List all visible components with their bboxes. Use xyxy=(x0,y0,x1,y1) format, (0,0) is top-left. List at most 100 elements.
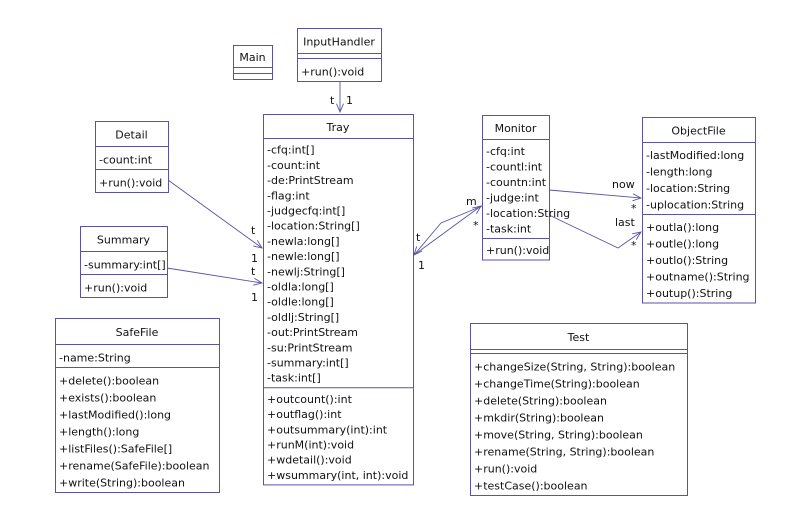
method: +outflag():int xyxy=(267,408,342,421)
multiplicity-label: t xyxy=(416,231,421,244)
method: +exists():boolean xyxy=(59,392,156,405)
association-line xyxy=(548,189,642,199)
method: +outup():String xyxy=(646,287,732,300)
multiplicity-label: t xyxy=(251,224,256,237)
class-name: Tray xyxy=(326,121,350,134)
attribute: -oldla:long[] xyxy=(267,281,334,294)
attribute: -task:int xyxy=(486,223,532,236)
multiplicity-label: 1 xyxy=(251,252,258,265)
class-name: Summary xyxy=(97,234,151,247)
multiplicity-label: * xyxy=(631,202,637,215)
multiplicity-label: m xyxy=(466,195,477,208)
method: +write(String):boolean xyxy=(59,477,185,490)
attribute: -countn:int xyxy=(486,176,547,189)
class-test[interactable]: Test +changeSize(String, String):boolean +… xyxy=(470,323,688,496)
class-name: Test xyxy=(567,331,590,344)
attribute: -out:PrintStream xyxy=(267,326,358,339)
multiplicity-label: * xyxy=(631,239,637,252)
class-diagram: t 1t1t1t1m*now*last*MainInputHandler+run(… xyxy=(55,28,756,496)
association-6: last * xyxy=(548,214,642,252)
method: +outcount():int xyxy=(267,393,353,406)
multiplicity-label: t xyxy=(330,94,335,107)
association-line xyxy=(166,267,263,284)
method: +run():void xyxy=(99,177,162,190)
association-line xyxy=(413,205,482,256)
attribute: -countl:int xyxy=(486,161,543,174)
multiplicity-label: 1 xyxy=(418,259,425,272)
class-name: SafeFile xyxy=(116,326,159,339)
multiplicity-label: 1 xyxy=(251,291,258,304)
attribute: -lastModified:long xyxy=(646,149,744,162)
method: +run():void xyxy=(486,244,549,257)
class-name: InputHandler xyxy=(303,36,375,49)
class-name: Main xyxy=(239,51,265,64)
class-main[interactable]: Main xyxy=(233,45,273,80)
attribute: -cfq:int xyxy=(486,145,526,158)
class-name: ObjectFile xyxy=(671,125,725,138)
attribute: -location:String xyxy=(486,207,570,220)
method: +changeTime(String):boolean xyxy=(474,378,640,391)
multiplicity-label: now xyxy=(612,178,635,191)
method: +rename(SafeFile):boolean xyxy=(59,460,210,473)
method: +listFiles():SafeFile[] xyxy=(59,443,172,456)
multiplicity-label: t xyxy=(251,265,256,278)
attribute: -name:String xyxy=(59,352,131,365)
association-2: t1 xyxy=(166,265,264,304)
method: +run():void xyxy=(84,282,147,295)
attribute: -flag:int xyxy=(267,189,310,202)
method: +wsummary(int, int):void xyxy=(267,469,408,482)
class-objectfile[interactable]: ObjectFile -lastModified:long -length:long… xyxy=(642,117,756,304)
class-safefile[interactable]: SafeFile -name:String +delete():boolean +ex… xyxy=(55,318,220,493)
attribute: -task:int[] xyxy=(267,372,321,385)
class-tray[interactable]: Tray -cfq:int[] -count:int -de:PrintStream -… xyxy=(263,114,414,486)
attribute: -de:PrintStream xyxy=(267,174,354,187)
attribute: -newle:long[] xyxy=(267,250,340,263)
class-name: Monitor xyxy=(495,122,537,135)
method: +delete(String):boolean xyxy=(474,395,607,408)
attribute: -su:PrintStream xyxy=(267,341,352,354)
class-name: Detail xyxy=(115,129,147,142)
method: +run():void xyxy=(301,66,364,79)
method: +lastModified():long xyxy=(59,409,171,422)
attribute: -summary:int[] xyxy=(267,357,349,370)
attribute: -newla:long[] xyxy=(267,235,340,248)
method: +outle():long xyxy=(646,238,719,251)
class-monitor[interactable]: Monitor -cfq:int -countl:int -countn:int -ju… xyxy=(482,115,570,261)
class-detail[interactable]: Detail -count:int +run():void xyxy=(95,121,169,193)
attribute: -uplocation:String xyxy=(646,199,744,212)
class-inputhandler[interactable]: InputHandler +run():void xyxy=(297,28,382,82)
method: +run():void xyxy=(474,463,537,476)
method: +wdetail():void xyxy=(267,454,352,467)
method: +move(String, String):boolean xyxy=(474,429,643,442)
attribute: -summary:int[] xyxy=(84,259,166,272)
association-3: t1 xyxy=(413,205,483,272)
attribute: -judgecfq:int[] xyxy=(267,205,345,218)
method: +outla():long xyxy=(646,221,719,234)
association-1: t1 xyxy=(167,179,263,265)
attribute: -cfq:int[] xyxy=(267,144,315,157)
method: +testCase():boolean xyxy=(474,480,588,493)
method: +mkdir(String):boolean xyxy=(474,412,604,425)
attribute: -length:long xyxy=(646,166,712,179)
attribute: -oldlj:String[] xyxy=(267,311,339,324)
attribute: -count:int xyxy=(99,154,153,167)
association-4: m* xyxy=(413,195,482,256)
method: +length():long xyxy=(59,426,139,439)
attribute: -location:String xyxy=(646,182,730,195)
association-line xyxy=(167,179,263,249)
class-summary[interactable]: Summary -summary:int[] +run():void xyxy=(80,226,168,298)
method: +outlo():String xyxy=(646,254,728,267)
method: +rename(String, String):boolean xyxy=(474,446,654,459)
method: +outsummary(int):int xyxy=(267,423,388,436)
method: +delete():boolean xyxy=(59,375,159,388)
method: +changeSize(String, String):boolean xyxy=(474,361,675,374)
method: +outname():String xyxy=(646,271,750,284)
attribute: -oldle:long[] xyxy=(267,296,334,309)
multiplicity-label: 1 xyxy=(346,94,353,107)
attribute: -judge:int xyxy=(486,192,539,205)
attribute: -newlj:String[] xyxy=(267,265,345,278)
method: +runM(int):void xyxy=(267,439,354,452)
attribute: -location:String[] xyxy=(267,220,360,233)
multiplicity-label: * xyxy=(473,219,479,232)
attribute: -count:int xyxy=(267,159,321,172)
